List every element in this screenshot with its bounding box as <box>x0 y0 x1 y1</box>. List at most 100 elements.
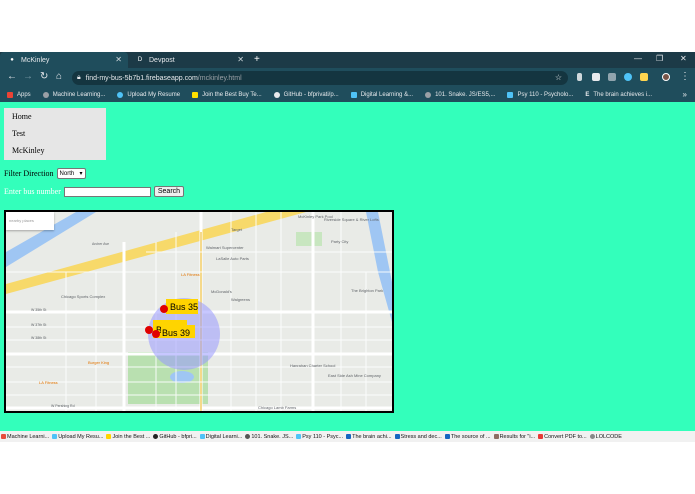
bookmark-label: Upload My Resume <box>127 92 181 98</box>
bookmark-label: Psy 110 - Psyc... <box>302 433 344 440</box>
tab-title: McKinley <box>21 56 50 64</box>
bookmark-label: LOLCODE <box>595 433 622 440</box>
bookmark-item[interactable]: E The brain achieves i... <box>585 92 652 98</box>
bookmark-item[interactable]: Join the Best Buy Te... <box>192 92 262 98</box>
map-label: Target <box>231 227 243 232</box>
close-window-icon[interactable]: ✕ <box>680 54 687 63</box>
bookmark-label: GitHub - bfprivati/p... <box>283 92 339 98</box>
map-label: Chicago Lamb Farms <box>258 405 296 410</box>
tab-title: Devpost <box>149 56 175 64</box>
bus-marker[interactable] <box>160 305 168 313</box>
bottom-bookmark-item[interactable]: 101. Snake. JS... <box>245 434 293 440</box>
bus-label-bus-35[interactable]: Bus 35 <box>166 299 198 314</box>
bookmark-item[interactable]: Psy 110 - Psycholo... <box>507 92 573 98</box>
bookmark-label: Machine Learni... <box>7 433 50 440</box>
nav-link-test[interactable]: Test <box>4 125 106 142</box>
bookmark-label: The brain achi... <box>352 433 392 440</box>
filter-label: Filter Direction <box>4 169 54 178</box>
bookmark-label: Join the Best ... <box>112 433 151 440</box>
back-icon[interactable]: ← <box>7 71 17 82</box>
bottom-bookmark-item[interactable]: GitHub - bfpri... <box>153 433 197 440</box>
bus-number-label: Enter bus number <box>4 187 61 196</box>
bus-marker[interactable] <box>152 330 160 338</box>
star-icon[interactable]: ☆ <box>555 73 562 82</box>
bottom-bookmark-item[interactable]: Psy 110 - Psyc... <box>296 434 343 440</box>
bookmark-label: Results for "i... <box>499 433 536 440</box>
map-label: East Side Ash Mine Company <box>328 373 381 378</box>
blue-circle-icon <box>117 92 124 98</box>
bottom-bookmark-item[interactable]: Convert PDF to... <box>538 434 587 440</box>
bus-label-bus-39[interactable]: Bus 39 <box>161 325 195 338</box>
avatar[interactable] <box>662 73 670 81</box>
bottom-bookmark-item[interactable]: LOLCODE <box>589 433 622 440</box>
address-bar[interactable]: 🔒︎ find-my-bus-5b7b1.firebaseapp.com/mck… <box>72 71 568 85</box>
map[interactable]: McKinley Park Pool Riverside Square & Ri… <box>4 210 394 413</box>
bookmark-label: Join the Best Buy Te... <box>202 92 262 98</box>
reload-icon[interactable]: ↻ <box>40 71 48 82</box>
bookmark-item[interactable]: Machine Learning... <box>42 92 105 98</box>
direction-select[interactable]: North ▾ <box>56 168 86 179</box>
page-body: Home Test McKinley Filter Direction Nort… <box>0 102 695 431</box>
bottom-bookmark-item[interactable]: Upload My Resu... <box>52 434 103 440</box>
street-label: W Pershing Rd <box>51 404 75 408</box>
bestbuy-icon <box>192 92 199 98</box>
bottom-bookmark-item[interactable]: Stress and dec... <box>394 433 442 440</box>
map-canvas[interactable]: McKinley Park Pool Riverside Square & Ri… <box>6 212 392 411</box>
extension-icon[interactable] <box>640 73 648 81</box>
map-label: Hanrahan Charter School <box>290 363 335 368</box>
bookmark-label: GitHub - bfpri... <box>159 433 197 440</box>
street-label: Archer Ave <box>92 242 109 246</box>
bookmark-item[interactable]: GitHub - bfprivati/p... <box>273 92 339 98</box>
lock-icon: 🔒︎ <box>77 74 81 81</box>
extension-icon[interactable] <box>592 73 600 81</box>
bottom-bookmark-item[interactable]: The source of ... <box>444 434 491 440</box>
tab-devpost[interactable]: D Devpost ✕ <box>128 52 250 68</box>
search-button[interactable]: Search <box>153 186 185 197</box>
globe-icon <box>589 434 595 439</box>
bookmark-item[interactable]: Upload My Resume <box>117 92 180 98</box>
map-label: LaSalle Auto Parts <box>216 256 249 261</box>
bookmark-favicon-icon <box>52 434 58 439</box>
restore-icon[interactable]: ❐ <box>656 54 663 63</box>
more-bookmarks-icon[interactable]: » <box>683 90 687 99</box>
bus-number-input[interactable] <box>63 186 151 197</box>
direction-value: North <box>59 170 75 177</box>
bookmark-item[interactable]: Digital Learning &... <box>350 92 413 98</box>
forward-icon[interactable]: → <box>23 71 33 82</box>
tab-mckinley[interactable]: ● McKinley ✕ <box>0 52 128 68</box>
bookmark-favicon-icon <box>493 434 499 439</box>
extension-icon[interactable] <box>624 73 632 81</box>
bottom-bookmark-item[interactable]: Machine Learni... <box>1 434 49 440</box>
bookmark-favicon-icon <box>1 434 6 439</box>
bottom-bookmark-item[interactable]: Join the Best ... <box>106 434 150 440</box>
globe-icon <box>425 92 432 98</box>
bus-marker[interactable] <box>145 326 153 334</box>
home-icon[interactable]: ⌂ <box>56 71 62 82</box>
bottom-bookmark-item[interactable]: Digital Learni... <box>199 434 242 440</box>
close-icon[interactable]: ✕ <box>237 55 244 64</box>
new-tab-icon[interactable]: + <box>254 54 260 65</box>
window-top-blank <box>0 0 695 52</box>
pq-icon <box>394 434 400 439</box>
globe-icon <box>245 434 251 439</box>
bookmark-item[interactable]: Apps <box>7 92 31 98</box>
nav-link-home[interactable]: Home <box>4 108 106 125</box>
desktop-blank <box>0 442 695 494</box>
map-search-input[interactable]: nearby places <box>6 212 54 230</box>
street-label: W 35th St <box>31 308 46 312</box>
bookmark-icon[interactable] <box>577 73 582 81</box>
park <box>296 232 322 246</box>
bookmark-item[interactable]: 101. Snake. JS/ES5,... <box>425 92 495 98</box>
chevron-down-icon: ▾ <box>79 171 83 177</box>
bookmark-label: Stress and dec... <box>400 433 442 440</box>
nav-link-mckinley[interactable]: McKinley <box>4 142 106 159</box>
globe-icon: ● <box>10 57 14 63</box>
bottom-bookmark-item[interactable]: The brain achi... <box>346 433 392 440</box>
bottom-bookmark-item[interactable]: Results for "i... <box>493 433 536 440</box>
cloud-icon <box>296 434 302 439</box>
map-label: Party City <box>331 239 348 244</box>
extension-icon[interactable] <box>608 73 616 81</box>
minimize-icon[interactable]: — <box>634 54 642 63</box>
menu-icon[interactable]: ⋮ <box>680 71 690 82</box>
close-icon[interactable]: ✕ <box>115 55 122 64</box>
